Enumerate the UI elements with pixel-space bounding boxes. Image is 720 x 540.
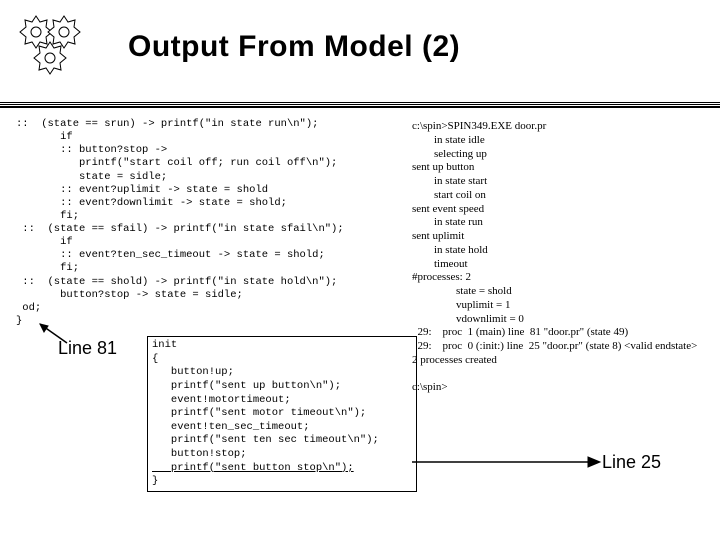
spin-trace-output: c:\spin>SPIN349.EXE door.pr in state idl…: [412, 120, 697, 395]
line25-label: Line 25: [602, 452, 661, 473]
promela-code-left: :: (state == srun) -> printf("in state r…: [16, 118, 344, 328]
gears-icon: [16, 12, 106, 82]
content-area: :: (state == srun) -> printf("in state r…: [12, 118, 712, 532]
arrow-line81: [32, 318, 82, 348]
arrow-line25: [412, 455, 602, 469]
init-code-top: init { button!up; printf("sent up button…: [152, 339, 379, 460]
init-code-box: init { button!up; printf("sent up button…: [147, 336, 417, 492]
title-divider: [0, 102, 720, 108]
init-code-underline: printf("sent button stop\n");: [152, 462, 354, 474]
init-code-bottom: }: [152, 475, 158, 487]
slide: Output From Model (2) :: (state == srun)…: [0, 0, 720, 540]
header: Output From Model (2): [16, 12, 704, 82]
slide-title: Output From Model (2): [128, 30, 460, 64]
